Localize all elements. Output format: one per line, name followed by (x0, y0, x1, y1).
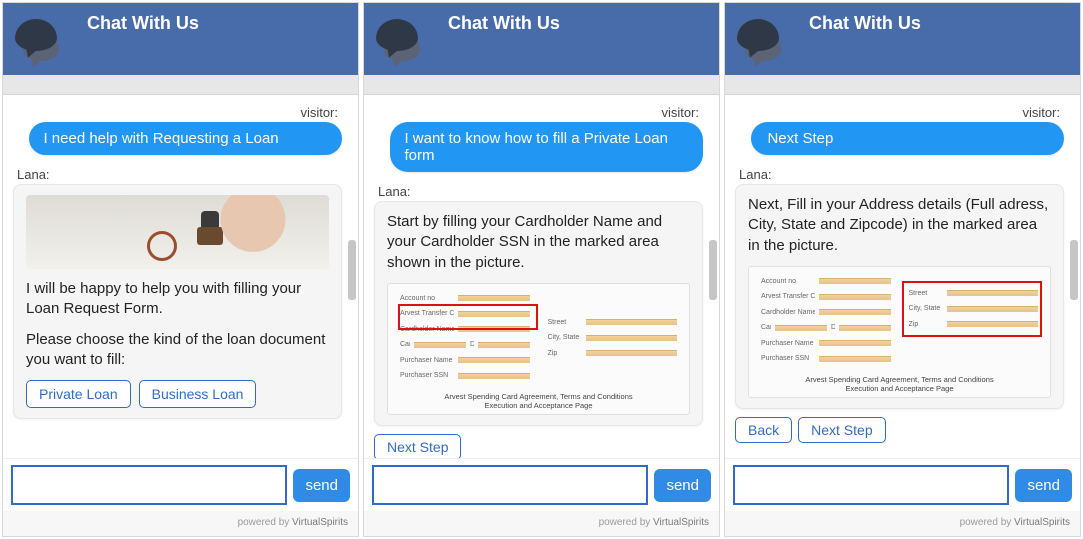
message-input[interactable] (11, 465, 287, 505)
agent-label: Lana: (735, 167, 1064, 182)
powered-by-brand: VirtualSpirits (292, 517, 348, 528)
chat-widget: Chat With Us visitor: I need help with R… (2, 2, 359, 537)
visitor-label: visitor: (13, 105, 342, 120)
message-input[interactable] (733, 465, 1009, 505)
back-button[interactable]: Back (735, 417, 792, 443)
footer: powered by VirtualSpirits (364, 511, 719, 536)
chat-widget: Chat With Us visitor: I want to know how… (363, 2, 720, 537)
conversation-area: visitor: Next Step Lana: Next, Fill in y… (725, 95, 1080, 458)
footer: powered by VirtualSpirits (3, 511, 358, 536)
chat-subheader (725, 75, 1080, 95)
user-message: I need help with Requesting a Loan (29, 122, 342, 155)
agent-text: Please choose the kind of the loan docum… (26, 330, 329, 371)
chat-subheader (3, 75, 358, 95)
send-button[interactable]: send (654, 469, 711, 502)
agent-text: Next, Fill in your Address details (Full… (748, 195, 1051, 256)
chat-subheader (364, 75, 719, 95)
business-loan-button[interactable]: Business Loan (139, 380, 257, 408)
chat-widget: Chat With Us visitor: Next Step Lana: Ne… (724, 2, 1081, 537)
step-row: Next Step (374, 434, 703, 458)
powered-by-brand: VirtualSpirits (1014, 517, 1070, 528)
user-message: Next Step (751, 122, 1064, 155)
visitor-label: visitor: (735, 105, 1064, 120)
input-row: send (3, 458, 358, 511)
chat-header: Chat With Us (3, 3, 358, 75)
powered-by-prefix: powered by (960, 517, 1014, 528)
chat-logo-icon (737, 19, 793, 75)
powered-by-prefix: powered by (599, 517, 653, 528)
agent-image-stamp (26, 195, 329, 269)
scrollbar-thumb[interactable] (1070, 240, 1078, 300)
visitor-label: visitor: (374, 105, 703, 120)
agent-text: Start by filling your Cardholder Name an… (387, 212, 690, 273)
chat-title: Chat With Us (87, 13, 199, 34)
chat-logo-icon (15, 19, 71, 75)
conversation-area: visitor: I need help with Requesting a L… (3, 95, 358, 458)
option-row: Private Loan Business Loan (26, 380, 329, 408)
user-message: I want to know how to fill a Private Loa… (390, 122, 703, 172)
conversation-area: visitor: I want to know how to fill a Pr… (364, 95, 719, 458)
next-step-button[interactable]: Next Step (798, 417, 885, 443)
chat-header: Chat With Us (364, 3, 719, 75)
send-button[interactable]: send (1015, 469, 1072, 502)
agent-message: I will be happy to help you with filling… (13, 184, 342, 419)
highlight-rectangle (902, 281, 1042, 337)
chat-title: Chat With Us (809, 13, 921, 34)
scrollbar-thumb[interactable] (709, 240, 717, 300)
form-preview-image: Account no Arvest Transfer Card # Cardho… (748, 266, 1051, 399)
scrollbar-thumb[interactable] (348, 240, 356, 300)
agent-label: Lana: (13, 167, 342, 182)
agent-message: Start by filling your Cardholder Name an… (374, 201, 703, 426)
send-button[interactable]: send (293, 469, 350, 502)
input-row: send (364, 458, 719, 511)
agent-text: I will be happy to help you with filling… (26, 279, 329, 320)
next-step-button[interactable]: Next Step (374, 434, 461, 458)
footer: powered by VirtualSpirits (725, 511, 1080, 536)
highlight-rectangle (398, 304, 538, 330)
step-row: Back Next Step (735, 417, 1064, 443)
agent-message: Next, Fill in your Address details (Full… (735, 184, 1064, 409)
chat-header: Chat With Us (725, 3, 1080, 75)
message-input[interactable] (372, 465, 648, 505)
input-row: send (725, 458, 1080, 511)
chat-logo-icon (376, 19, 432, 75)
form-preview-image: Account no Arvest Transfer Card # Cardho… (387, 283, 690, 416)
chat-title: Chat With Us (448, 13, 560, 34)
agent-label: Lana: (374, 184, 703, 199)
private-loan-button[interactable]: Private Loan (26, 380, 131, 408)
powered-by-brand: VirtualSpirits (653, 517, 709, 528)
powered-by-prefix: powered by (238, 517, 292, 528)
